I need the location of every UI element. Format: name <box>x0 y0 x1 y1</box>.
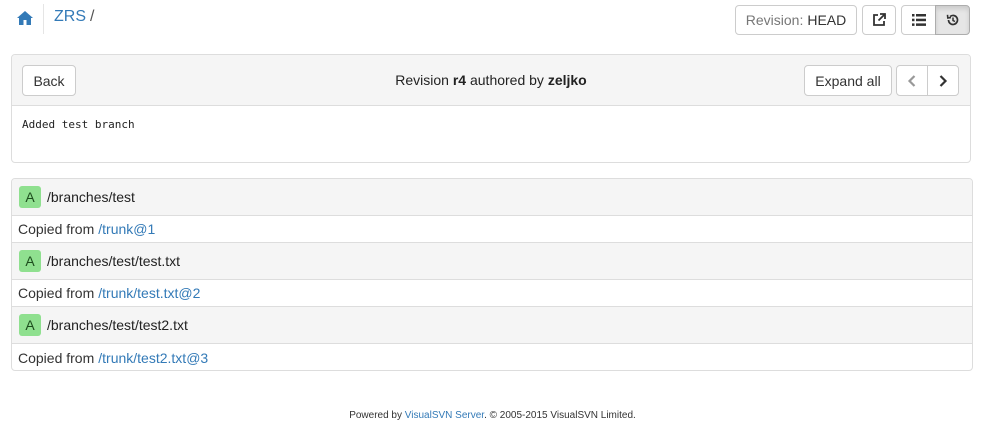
list-item: A /branches/test/test.txt Copied from /t… <box>12 243 972 307</box>
copied-from-label: Copied from <box>18 221 95 237</box>
breadcrumb: ZRS / <box>54 8 94 26</box>
revision-panel-header: Back Revision r4 authored by zeljko Expa… <box>12 55 970 106</box>
chevron-right-icon <box>939 74 948 87</box>
revision-panel: Back Revision r4 authored by zeljko Expa… <box>11 54 971 163</box>
change-header[interactable]: A /branches/test/test.txt <box>12 243 972 280</box>
added-badge: A <box>19 186 41 208</box>
footer-copyright: . © 2005-2015 VisualSVN Limited. <box>484 410 636 421</box>
previous-revision-button[interactable] <box>896 65 928 96</box>
changed-path: /branches/test/test2.txt <box>47 317 188 333</box>
change-details: Copied from /trunk@1 <box>12 216 972 243</box>
history-view-button[interactable] <box>935 5 970 35</box>
change-header[interactable]: A /branches/test <box>12 179 972 216</box>
change-details: Copied from /trunk/test2.txt@3 <box>12 344 972 370</box>
revision-title-middle: authored by <box>469 72 544 88</box>
revision-number: r4 <box>452 72 467 88</box>
commit-message: Added test branch <box>22 118 135 131</box>
copied-from-link[interactable]: /trunk/test2.txt@3 <box>98 350 208 366</box>
divider <box>43 4 44 34</box>
visualsvn-link[interactable]: VisualSVN Server <box>405 410 484 421</box>
added-badge: A <box>19 250 41 272</box>
list-item: A /branches/test/test2.txt Copied from /… <box>12 307 972 370</box>
added-badge: A <box>19 314 41 336</box>
changed-path: /branches/test <box>47 189 135 205</box>
external-link-icon <box>873 13 886 26</box>
copied-from-link[interactable]: /trunk@1 <box>98 221 155 237</box>
revision-selector-label: Revision: <box>745 12 804 28</box>
revision-nav-group <box>896 65 959 96</box>
changed-path: /branches/test/test.txt <box>47 253 181 269</box>
home-link[interactable] <box>12 6 38 30</box>
revision-selector-value: HEAD <box>807 12 847 28</box>
breadcrumb-repo-link[interactable]: ZRS <box>54 8 86 25</box>
revision-selector-button[interactable]: Revision: HEAD <box>735 5 857 35</box>
view-mode-group <box>901 5 970 35</box>
copied-from-label: Copied from <box>18 349 95 366</box>
list-icon <box>911 14 926 26</box>
revision-title-prefix: Revision <box>395 72 449 88</box>
chevron-left-icon <box>907 74 916 87</box>
footer-prefix: Powered by <box>349 410 402 421</box>
open-external-button[interactable] <box>862 5 896 35</box>
next-revision-button[interactable] <box>927 65 959 96</box>
list-item: A /branches/test Copied from /trunk@1 <box>12 179 972 243</box>
home-icon <box>17 11 33 25</box>
expand-all-button[interactable]: Expand all <box>804 65 892 96</box>
footer: Powered by VisualSVN Server. © 2005-2015… <box>0 410 985 421</box>
change-details: Copied from /trunk/test.txt@2 <box>12 280 972 307</box>
top-bar: ZRS / Revision: HEAD <box>0 0 985 40</box>
copied-from-link[interactable]: /trunk/test.txt@2 <box>98 285 200 301</box>
revision-author: zeljko <box>547 72 587 88</box>
list-view-button[interactable] <box>901 5 936 35</box>
copied-from-label: Copied from <box>18 285 95 301</box>
changed-paths-list: A /branches/test Copied from /trunk@1 A … <box>11 178 973 371</box>
history-icon <box>946 14 958 26</box>
breadcrumb-separator: / <box>90 8 95 25</box>
change-header[interactable]: A /branches/test/test2.txt <box>12 307 972 344</box>
